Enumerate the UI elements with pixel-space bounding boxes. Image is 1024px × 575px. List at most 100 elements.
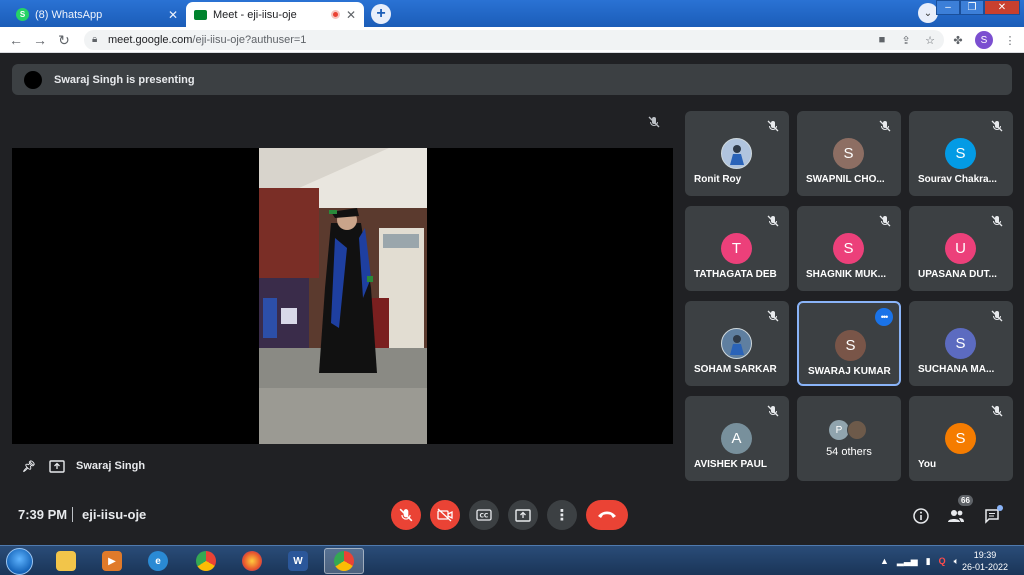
presenter-name: Swaraj Singh xyxy=(76,460,146,472)
participant-avatar: A xyxy=(721,423,752,454)
tab-whatsapp[interactable]: S (8) WhatsApp ✕ xyxy=(8,2,186,27)
camera-off-icon xyxy=(437,508,453,522)
url-path: /eji-iisu-oje?authuser=1 xyxy=(192,34,307,46)
participant-tile[interactable]: SOHAM SARKAR xyxy=(685,301,789,386)
tab-title: Meet - eji-iisu-oje xyxy=(213,8,297,21)
meeting-time: 7:39 PM xyxy=(18,507,68,522)
new-tab-button[interactable]: + xyxy=(371,4,391,24)
people-button[interactable] xyxy=(945,505,967,527)
lock-icon: 🔒︎ xyxy=(92,34,98,45)
taskbar-chrome[interactable] xyxy=(186,548,226,574)
meet-icon xyxy=(194,9,207,20)
presenter-video xyxy=(259,148,427,444)
svg-text:CC: CC xyxy=(480,513,489,520)
share-icon[interactable]: ⇪ xyxy=(896,30,916,50)
word-icon: W xyxy=(288,551,308,571)
presenter-label-row: 📌︎ Swaraj Singh xyxy=(20,457,145,475)
mic-off-icon xyxy=(991,404,1005,418)
browser-tab-strip: S (8) WhatsApp ✕ Meet - eji-iisu-oje ✕ +… xyxy=(0,0,1024,27)
participant-tile[interactable]: T TATHAGATA DEB xyxy=(685,206,789,291)
mic-off-icon xyxy=(767,119,781,133)
extensions-puzzle-icon[interactable]: ✤ xyxy=(948,30,968,50)
media-player-icon: ▶ xyxy=(102,551,122,571)
participant-tile[interactable]: S You xyxy=(909,396,1013,481)
participant-tile[interactable]: Ronit Roy xyxy=(685,111,789,196)
address-bar[interactable]: 🔒︎ meet.google.com/eji-iisu-oje?authuser… xyxy=(84,30,944,50)
participant-tile[interactable]: S SWAPNIL CHO... xyxy=(797,111,901,196)
system-clock[interactable]: 19:39 26-01-2022 xyxy=(960,549,1010,573)
participant-name: Ronit Roy xyxy=(694,174,742,185)
participant-tile[interactable]: ••• S SWARAJ KUMAR xyxy=(797,301,901,386)
mic-off-icon xyxy=(991,214,1005,228)
battery-icon[interactable]: ▮ xyxy=(926,556,931,567)
camera-icon[interactable]: ■ xyxy=(872,30,892,50)
close-tab-icon[interactable]: ✕ xyxy=(346,8,356,22)
reload-icon[interactable]: ↻ xyxy=(54,30,74,50)
pin-icon[interactable]: 📌︎ xyxy=(20,458,38,474)
end-call-button[interactable] xyxy=(586,500,628,530)
participant-tile[interactable]: S Sourav Chakra... xyxy=(909,111,1013,196)
participant-tile[interactable]: P 54 others xyxy=(797,396,901,481)
participant-name: You xyxy=(918,459,937,470)
participant-photo xyxy=(721,138,752,169)
restore-icon[interactable]: ❐ xyxy=(960,0,984,15)
close-window-icon[interactable]: ✕ xyxy=(984,0,1020,15)
back-arrow-icon[interactable]: ← xyxy=(6,30,26,50)
network-signal-icon[interactable]: ▂▃▅ xyxy=(897,556,918,567)
start-button[interactable] xyxy=(6,548,33,575)
show-hidden-icons[interactable]: ▲ xyxy=(880,556,889,566)
taskbar-explorer[interactable] xyxy=(46,548,86,574)
tab-search-button[interactable]: ⌄ xyxy=(918,3,938,23)
mic-off-icon xyxy=(879,214,893,228)
more-options-icon[interactable]: ••• xyxy=(875,308,893,326)
participant-avatar: S xyxy=(835,330,866,361)
participant-tile[interactable]: S SHAGNIK MUK... xyxy=(797,206,901,291)
taskbar-internet-explorer[interactable]: e xyxy=(138,548,178,574)
captions-button[interactable]: CC xyxy=(469,500,499,530)
participant-name: TATHAGATA DEB xyxy=(694,269,777,280)
forward-arrow-icon[interactable]: → xyxy=(30,30,50,50)
participant-avatar: S xyxy=(945,423,976,454)
participant-name: Sourav Chakra... xyxy=(918,174,997,185)
participant-tile[interactable]: U UPASANA DUT... xyxy=(909,206,1013,291)
volume-icon[interactable]: 🔈︎ xyxy=(954,556,959,567)
taskbar-chrome-active[interactable] xyxy=(324,548,364,574)
more-options-button[interactable]: ⋮ xyxy=(547,500,577,530)
taskbar-word[interactable]: W xyxy=(278,548,318,574)
presenter-avatar xyxy=(24,70,42,89)
present-now-button[interactable] xyxy=(508,500,538,530)
participant-avatar: S xyxy=(833,138,864,169)
kebab-menu-icon: ⋮ xyxy=(554,507,570,524)
participant-photo xyxy=(721,328,752,359)
mic-off-icon xyxy=(991,119,1005,133)
profile-avatar[interactable]: S xyxy=(975,31,993,49)
participant-tile[interactable]: A AVISHEK PAUL xyxy=(685,396,789,481)
system-time: 19:39 xyxy=(973,550,997,560)
participant-name: SWAPNIL CHO... xyxy=(806,174,885,185)
kebab-menu-icon[interactable]: ⋮ xyxy=(1000,30,1020,50)
mic-off-icon xyxy=(648,116,660,131)
tab-title: (8) WhatsApp xyxy=(35,8,103,21)
chat-button[interactable] xyxy=(981,505,1003,527)
chrome-icon xyxy=(196,551,216,571)
tab-meet[interactable]: Meet - eji-iisu-oje ✕ xyxy=(186,2,364,27)
participant-avatar xyxy=(847,420,867,440)
system-date: 26-01-2022 xyxy=(961,562,1009,572)
mic-toggle-button[interactable] xyxy=(391,500,421,530)
app-tray-icon[interactable]: Q xyxy=(939,556,946,566)
participant-avatar: S xyxy=(833,233,864,264)
system-tray: ▲ ▂▃▅ ▮ Q 🔈︎ xyxy=(880,549,967,573)
meeting-details-button[interactable] xyxy=(910,505,932,527)
bookmark-star-icon[interactable]: ☆ xyxy=(920,30,940,50)
present-screen-icon[interactable] xyxy=(48,458,66,474)
camera-toggle-button[interactable] xyxy=(430,500,460,530)
participant-avatar: S xyxy=(945,138,976,169)
close-tab-icon[interactable]: ✕ xyxy=(168,8,178,22)
participant-avatar: P xyxy=(829,420,849,440)
taskbar-media-player[interactable]: ▶ xyxy=(92,548,132,574)
participant-tile[interactable]: S SUCHANA MA... xyxy=(909,301,1013,386)
taskbar-firefox[interactable] xyxy=(232,548,272,574)
minimize-icon[interactable]: – xyxy=(936,0,960,15)
participant-avatar: S xyxy=(945,328,976,359)
presentation-stage xyxy=(12,148,673,444)
